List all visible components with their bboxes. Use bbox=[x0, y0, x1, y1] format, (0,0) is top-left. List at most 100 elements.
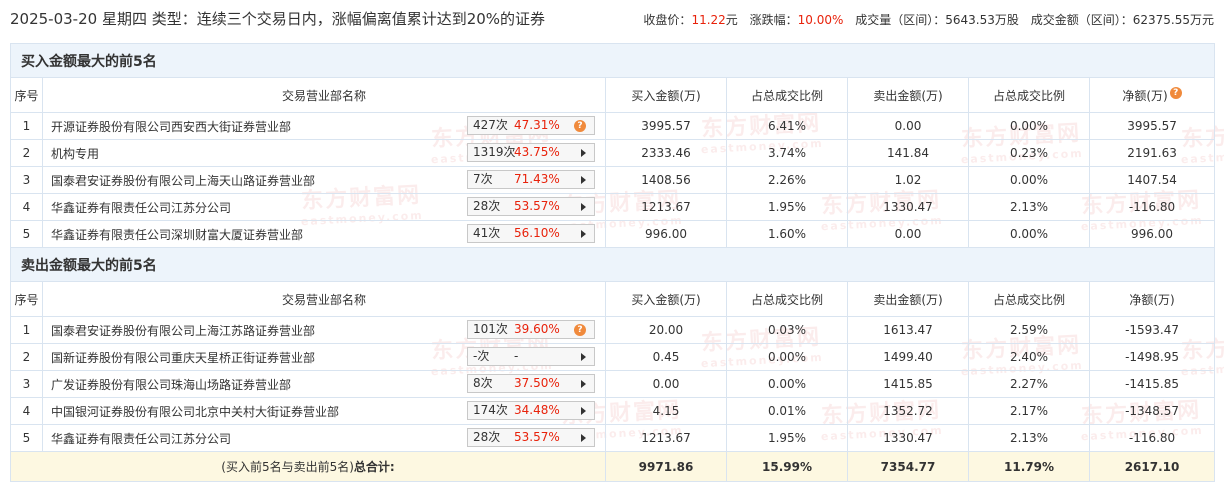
col-buy: 买入金额(万) bbox=[605, 281, 727, 317]
buy-ratio: 0.00% bbox=[726, 370, 848, 398]
win-rate: - bbox=[514, 349, 519, 363]
sell-amount: 1330.47 bbox=[847, 193, 969, 221]
col-net: 净额(万) bbox=[1088, 281, 1216, 317]
sell-ratio: 0.23% bbox=[968, 139, 1090, 167]
dept-stats-badge[interactable]: 427次 47.31%? bbox=[467, 116, 595, 135]
net-amount: -1348.57 bbox=[1088, 397, 1216, 425]
expand-arrow-icon[interactable] bbox=[581, 203, 586, 211]
list-times: 174次 bbox=[473, 403, 508, 417]
net-amount: 996.00 bbox=[1088, 220, 1216, 248]
sell-amount: 1330.47 bbox=[847, 424, 969, 452]
dept-cell: 华鑫证券有限责任公司深圳财富大厦证券营业部 41次 56.10% bbox=[42, 220, 606, 248]
sell-ratio: 2.13% bbox=[968, 193, 1090, 221]
net-amount: 3995.57 bbox=[1088, 112, 1216, 140]
buy-ratio: 0.03% bbox=[726, 316, 848, 344]
list-times: 28次 bbox=[473, 430, 501, 444]
table-row: 1 国泰君安证券股份有限公司上海江苏路证券营业部 101次 39.60%? 20.00 0… bbox=[10, 316, 1216, 344]
sell-ratio: 0.00% bbox=[968, 112, 1090, 140]
list-times: 28次 bbox=[473, 199, 501, 213]
dept-name-link[interactable]: 国泰君安证券股份有限公司上海江苏路证券营业部 bbox=[51, 324, 315, 338]
win-rate: 34.48% bbox=[514, 403, 560, 417]
row-seq: 3 bbox=[10, 370, 43, 398]
table-row: 1 开源证券股份有限公司西安西大街证券营业部 427次 47.31%? 3995.57 6… bbox=[10, 112, 1216, 140]
dept-name-link[interactable]: 华鑫证券有限责任公司深圳财富大厦证券营业部 bbox=[51, 228, 303, 242]
expand-arrow-icon[interactable] bbox=[581, 380, 586, 388]
dept-name-link[interactable]: 国新证券股份有限公司重庆天星桥正街证券营业部 bbox=[51, 351, 315, 365]
table-row: 2 国新证券股份有限公司重庆天星桥正街证券营业部 -次 - 0.45 0.00% 1499.… bbox=[10, 343, 1216, 371]
net-amount: -1415.85 bbox=[1088, 370, 1216, 398]
win-rate: 47.31% bbox=[514, 118, 560, 132]
dept-stats-badge[interactable]: 28次 53.57% bbox=[467, 428, 595, 447]
buy-amount: 996.00 bbox=[605, 220, 727, 248]
list-times: 8次 bbox=[473, 376, 493, 390]
dept-cell: 中国银河证券股份有限公司北京中关村大街证券营业部 174次 34.48% bbox=[42, 397, 606, 425]
net-amount: 1407.54 bbox=[1088, 166, 1216, 194]
column-header-row: 序号 交易营业部名称 买入金额(万) 占总成交比例 卖出金额(万) 占总成交比例 净额(万) bbox=[10, 281, 1216, 317]
help-icon[interactable]: ? bbox=[574, 120, 586, 132]
dept-stats-badge[interactable]: 1319次 43.75% bbox=[467, 143, 595, 162]
dept-name-link[interactable]: 广发证券股份有限公司珠海山场路证券营业部 bbox=[51, 378, 291, 392]
total-label-prefix: (买入前5名与卖出前5名) bbox=[221, 460, 354, 474]
dept-stats-badge[interactable]: -次 - bbox=[467, 347, 595, 366]
col-buy-ratio: 占总成交比例 bbox=[726, 281, 848, 317]
sell-ratio: 2.13% bbox=[968, 424, 1090, 452]
help-icon[interactable]: ? bbox=[574, 324, 586, 336]
sell-amount: 1352.72 bbox=[847, 397, 969, 425]
list-times: -次 bbox=[473, 349, 490, 363]
sell-ratio: 2.40% bbox=[968, 343, 1090, 371]
dept-name-link[interactable]: 中国银河证券股份有限公司北京中关村大街证券营业部 bbox=[51, 405, 339, 419]
net-amount: -1593.47 bbox=[1088, 316, 1216, 344]
section-title: 买入金额最大的前5名 bbox=[9, 43, 1216, 78]
dept-name-link[interactable]: 开源证券股份有限公司西安西大街证券营业部 bbox=[51, 120, 291, 134]
sell-amount: 1613.47 bbox=[847, 316, 969, 344]
total-buy: 9971.86 bbox=[605, 451, 727, 482]
total-sell: 7354.77 bbox=[847, 451, 969, 482]
dept-cell: 广发证券股份有限公司珠海山场路证券营业部 8次 37.50% bbox=[42, 370, 606, 398]
total-label-bold: 总合计: bbox=[353, 460, 395, 474]
total-net: 2617.10 bbox=[1088, 451, 1216, 482]
column-header-row: 序号 交易营业部名称 买入金额(万) 占总成交比例 卖出金额(万) 占总成交比例 净额(万)… bbox=[10, 77, 1216, 113]
dept-stats-badge[interactable]: 174次 34.48% bbox=[467, 401, 595, 420]
buy-amount: 1213.67 bbox=[605, 424, 727, 452]
expand-arrow-icon[interactable] bbox=[581, 434, 586, 442]
dept-name-link[interactable]: 国泰君安证券股份有限公司上海天山路证券营业部 bbox=[51, 174, 315, 188]
dept-stats-badge[interactable]: 28次 53.57% bbox=[467, 197, 595, 216]
table-body: 买入金额最大的前5名 序号 交易营业部名称 买入金额(万) 占总成交比例 卖出金额(万) 占… bbox=[9, 43, 1216, 482]
sell-ratio: 2.27% bbox=[968, 370, 1090, 398]
expand-arrow-icon[interactable] bbox=[581, 176, 586, 184]
total-buy-ratio: 15.99% bbox=[726, 451, 848, 482]
row-seq: 1 bbox=[10, 316, 43, 344]
row-seq: 3 bbox=[10, 166, 43, 194]
row-seq: 2 bbox=[10, 139, 43, 167]
expand-arrow-icon[interactable] bbox=[581, 230, 586, 238]
expand-arrow-icon[interactable] bbox=[581, 407, 586, 415]
buy-amount: 4.15 bbox=[605, 397, 727, 425]
buy-amount: 3995.57 bbox=[605, 112, 727, 140]
col-sell-ratio: 占总成交比例 bbox=[968, 281, 1090, 317]
expand-arrow-icon[interactable] bbox=[581, 353, 586, 361]
dept-cell: 华鑫证券有限责任公司江苏分公司 28次 53.57% bbox=[42, 193, 606, 221]
table-row: 3 国泰君安证券股份有限公司上海天山路证券营业部 7次 71.43% 1408.56 2.… bbox=[10, 166, 1216, 194]
help-icon[interactable]: ? bbox=[1169, 86, 1182, 99]
buy-ratio: 3.74% bbox=[726, 139, 848, 167]
col-buy-ratio: 占总成交比例 bbox=[726, 77, 848, 113]
dept-name-link[interactable]: 华鑫证券有限责任公司江苏分公司 bbox=[51, 432, 231, 446]
dept-name-link[interactable]: 华鑫证券有限责任公司江苏分公司 bbox=[51, 201, 231, 215]
dept-stats-badge[interactable]: 7次 71.43% bbox=[467, 170, 595, 189]
dept-name-link[interactable]: 机构专用 bbox=[51, 147, 99, 161]
net-amount: -116.80 bbox=[1088, 193, 1216, 221]
col-net-label: 净额(万) bbox=[1129, 292, 1175, 307]
buy-amount: 1408.56 bbox=[605, 166, 727, 194]
expand-arrow-icon[interactable] bbox=[581, 149, 586, 157]
dept-stats-badge[interactable]: 41次 56.10% bbox=[467, 224, 595, 243]
volume-label: 成交量（区间）： bbox=[855, 13, 946, 27]
dept-stats-badge[interactable]: 8次 37.50% bbox=[467, 374, 595, 393]
dept-stats-badge[interactable]: 101次 39.60%? bbox=[467, 320, 595, 339]
page-title: 2025-03-20 星期四 类型：连续三个交易日内，涨幅偏离值累计达到20%的… bbox=[10, 10, 546, 28]
list-times: 7次 bbox=[473, 172, 493, 186]
win-rate: 56.10% bbox=[514, 226, 560, 240]
sell-ratio: 0.00% bbox=[968, 220, 1090, 248]
table-row: 5 华鑫证券有限责任公司深圳财富大厦证券营业部 41次 56.10% 996.00 1.6… bbox=[10, 220, 1216, 248]
dept-cell: 国新证券股份有限公司重庆天星桥正街证券营业部 -次 - bbox=[42, 343, 606, 371]
buy-ratio: 0.00% bbox=[726, 343, 848, 371]
